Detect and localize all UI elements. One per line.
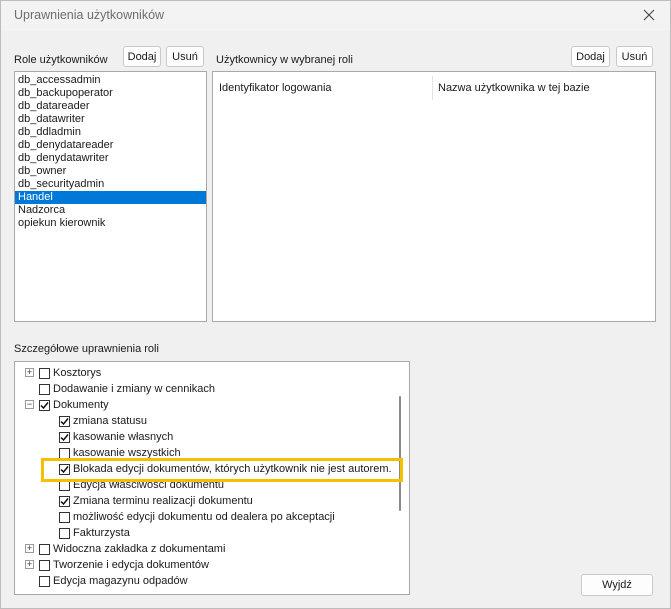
checkbox-unchecked[interactable] xyxy=(39,383,50,395)
permission-item[interactable]: Blokada edycji dokumentów, których użytk… xyxy=(59,461,392,477)
role-item[interactable]: db_backupoperator xyxy=(15,87,206,100)
permission-item[interactable]: zmiana statusu xyxy=(59,413,147,429)
permission-label: Tworzenie i edycja dokumentów xyxy=(53,559,209,571)
close-icon xyxy=(643,9,655,21)
permission-label: Kosztorys xyxy=(53,367,102,379)
checkbox-unchecked[interactable] xyxy=(39,367,50,379)
permission-label: możliwość edycji dokumentu od dealera po… xyxy=(73,511,335,523)
role-item[interactable]: db_owner xyxy=(15,165,206,178)
checkbox-checked[interactable] xyxy=(39,399,50,411)
permissions-dialog: Uprawnienia użytkowników Role użytkownik… xyxy=(0,0,671,609)
role-item[interactable]: opiekun kierownik xyxy=(15,217,206,230)
checkbox-checked[interactable] xyxy=(59,463,70,475)
collapse-icon[interactable]: − xyxy=(25,400,34,409)
checkbox-checked[interactable] xyxy=(59,415,70,427)
role-item[interactable]: Handel xyxy=(15,191,206,204)
role-item[interactable]: db_denydatareader xyxy=(15,139,206,152)
permission-item[interactable]: Dodawanie i zmiany w cennikach xyxy=(39,381,215,397)
remove-user-button[interactable]: Usuń xyxy=(616,46,653,67)
checkbox-unchecked[interactable] xyxy=(59,447,70,459)
permission-item[interactable]: Fakturzysta xyxy=(59,525,130,541)
permission-label: Edycja magazynu odpadów xyxy=(53,575,188,587)
expand-icon[interactable]: + xyxy=(25,560,34,569)
permission-item[interactable]: możliwość edycji dokumentu od dealera po… xyxy=(59,509,335,525)
permission-label: kasowanie własnych xyxy=(73,431,174,443)
permission-item[interactable]: Kosztorys xyxy=(39,365,101,381)
close-window-button[interactable] xyxy=(636,3,662,27)
permission-label: Fakturzysta xyxy=(73,527,130,539)
column-header-db-username[interactable]: Nazwa użytkownika w tej bazie xyxy=(433,76,653,100)
roles-list[interactable]: db_accessadmin db_backupoperator db_datare… xyxy=(14,71,207,322)
checkbox-unchecked[interactable] xyxy=(39,543,50,555)
add-user-button[interactable]: Dodaj xyxy=(571,46,610,67)
permission-item[interactable]: kasowanie własnych xyxy=(59,429,173,445)
expand-icon[interactable]: + xyxy=(25,544,34,553)
permission-item[interactable]: Dokumenty xyxy=(39,397,109,413)
role-item[interactable]: db_securityadmin xyxy=(15,178,206,191)
checkbox-unchecked[interactable] xyxy=(59,511,70,523)
permission-label: Blokada edycji dokumentów, których użytk… xyxy=(73,463,392,475)
users-in-role-label: Użytkownicy w wybranej roli xyxy=(216,54,353,66)
permissions-tree[interactable]: + Kosztorys Dodawanie i zmiany w cennikach… xyxy=(14,361,410,595)
checkbox-unchecked[interactable] xyxy=(59,479,70,491)
permission-label: Zmiana terminu realizacji dokumentu xyxy=(73,495,253,507)
role-item[interactable]: db_denydatawriter xyxy=(15,152,206,165)
add-role-button[interactable]: Dodaj xyxy=(123,46,161,67)
permission-label: kasowanie wszystkich xyxy=(73,447,181,459)
permissions-scrollbar[interactable] xyxy=(399,396,401,511)
role-item[interactable]: Nadzorca xyxy=(15,204,206,217)
exit-button[interactable]: Wyjdź xyxy=(581,574,653,596)
permission-label: Dodawanie i zmiany w cennikach xyxy=(53,383,216,395)
role-item[interactable]: db_accessadmin xyxy=(15,74,206,87)
checkbox-unchecked[interactable] xyxy=(39,575,50,587)
permission-item[interactable]: Edycja właściwości dokumentu xyxy=(59,477,224,493)
role-item[interactable]: db_datareader xyxy=(15,100,206,113)
permission-label: Dokumenty xyxy=(53,399,109,411)
users-list[interactable]: Identyfikator logowania Nazwa użytkownik… xyxy=(212,71,656,322)
checkbox-unchecked[interactable] xyxy=(59,527,70,539)
permission-item[interactable]: Widoczna zakładka z dokumentami xyxy=(39,541,225,557)
permission-item[interactable]: Zmiana terminu realizacji dokumentu xyxy=(59,493,253,509)
permission-label: Widoczna zakładka z dokumentami xyxy=(53,543,226,555)
checkbox-unchecked[interactable] xyxy=(39,559,50,571)
role-permissions-label: Szczegółowe uprawnienia roli xyxy=(14,343,159,355)
permission-item[interactable]: Tworzenie i edycja dokumentów xyxy=(39,557,209,573)
role-item[interactable]: db_ddladmin xyxy=(15,126,206,139)
permission-label: zmiana statusu xyxy=(73,415,147,427)
permission-item[interactable]: Edycja magazynu odpadów xyxy=(39,573,188,589)
column-header-login[interactable]: Identyfikator logowania xyxy=(213,76,433,100)
title-bar: Uprawnienia użytkowników xyxy=(1,1,670,31)
permission-label: Edycja właściwości dokumentu xyxy=(73,479,225,491)
roles-label: Role użytkowników xyxy=(14,54,108,66)
window-title: Uprawnienia użytkowników xyxy=(14,8,165,22)
permission-item[interactable]: kasowanie wszystkich xyxy=(59,445,181,461)
checkbox-checked[interactable] xyxy=(59,495,70,507)
expand-icon[interactable]: + xyxy=(25,368,34,377)
remove-role-button[interactable]: Usuń xyxy=(166,46,204,67)
checkbox-checked[interactable] xyxy=(59,431,70,443)
role-item[interactable]: db_datawriter xyxy=(15,113,206,126)
